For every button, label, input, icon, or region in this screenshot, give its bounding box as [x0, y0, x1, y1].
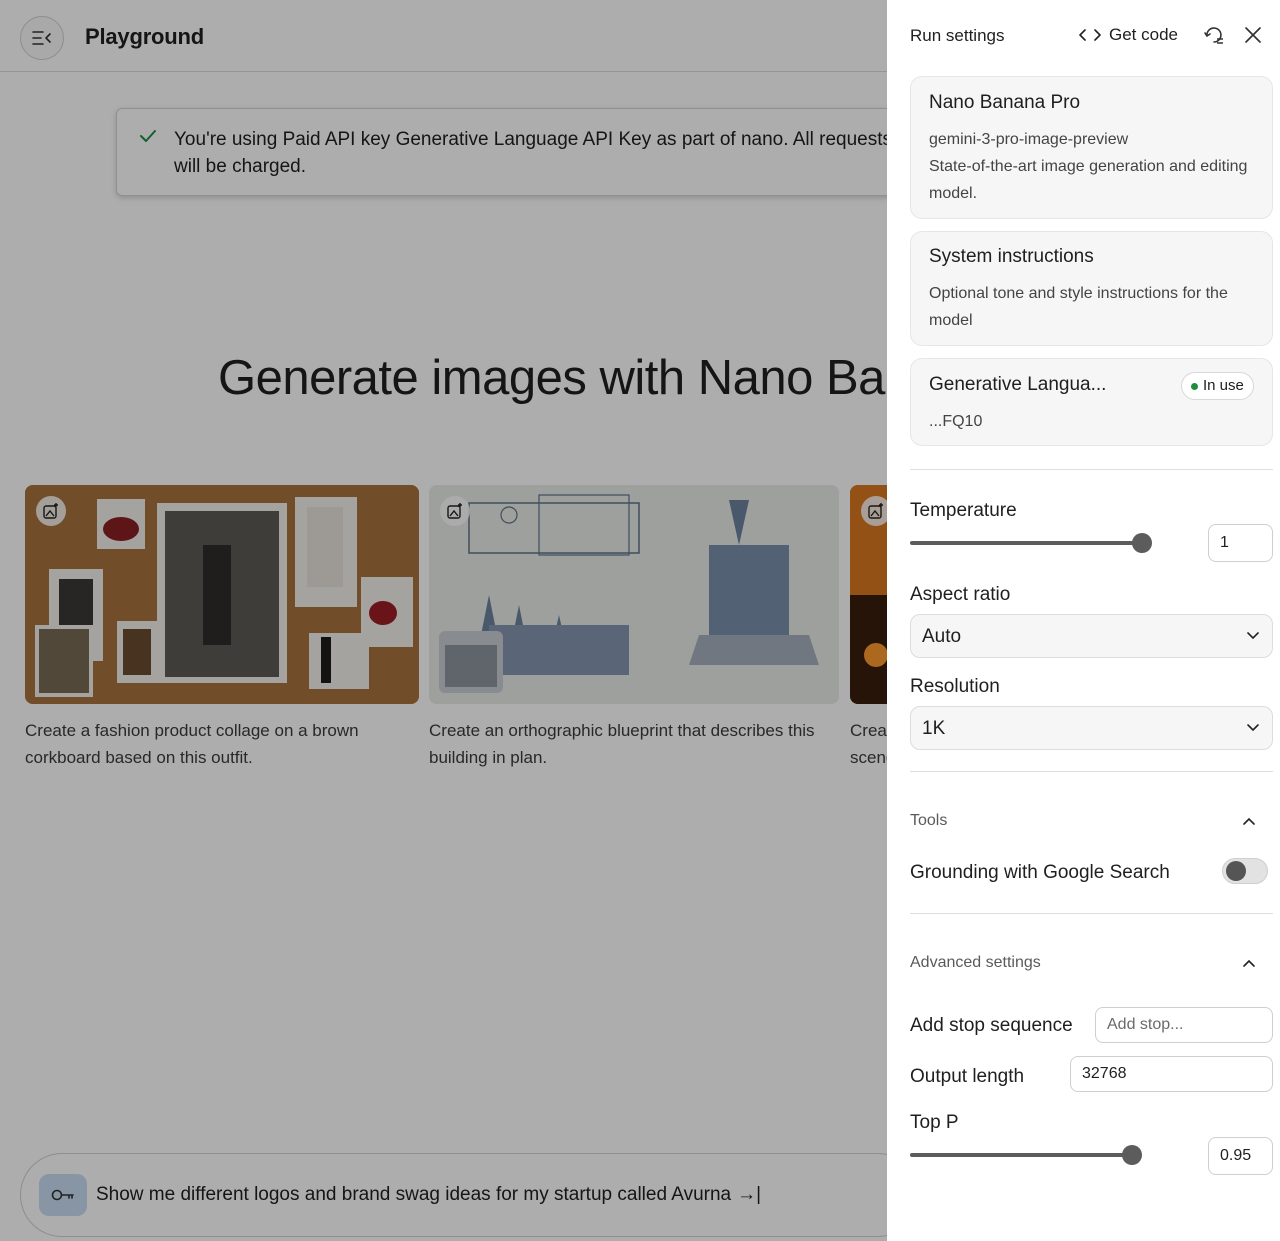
temperature-input[interactable]: 1	[1208, 524, 1273, 562]
advanced-section-header[interactable]: Advanced settings	[910, 954, 1041, 972]
chevron-up-icon[interactable]	[1242, 814, 1256, 828]
modal-scrim[interactable]	[0, 0, 887, 1241]
system-instructions-title: System instructions	[929, 246, 1094, 267]
get-code-label: Get code	[1109, 25, 1178, 44]
temperature-label: Temperature	[910, 500, 1017, 521]
grounding-toggle[interactable]	[1222, 858, 1268, 884]
temperature-slider[interactable]	[910, 541, 1142, 545]
top-p-label: Top P	[910, 1112, 959, 1133]
reset-settings-icon[interactable]	[1203, 24, 1225, 46]
code-icon	[1079, 29, 1101, 41]
divider	[910, 469, 1273, 470]
toggle-knob	[1226, 861, 1246, 881]
output-length-input[interactable]: 32768	[1070, 1056, 1273, 1092]
get-code-button[interactable]: Get code	[1079, 22, 1178, 48]
stop-sequence-input[interactable]: Add stop...	[1095, 1007, 1273, 1043]
model-id: gemini-3-pro-image-preview	[929, 131, 1129, 148]
status-badge-label: In use	[1203, 377, 1244, 394]
chevron-down-icon	[1247, 724, 1259, 732]
top-p-input[interactable]: 0.95	[1208, 1137, 1273, 1175]
api-key-suffix: ...FQ10	[929, 413, 983, 430]
api-key-card[interactable]: Generative Langua... ...FQ10 In use	[910, 358, 1273, 446]
panel-title: Run settings	[910, 26, 1005, 45]
model-selector[interactable]: Nano Banana Pro gemini-3-pro-image-previ…	[910, 76, 1273, 219]
temperature-slider-thumb[interactable]	[1132, 533, 1152, 553]
aspect-ratio-select[interactable]: Auto	[910, 614, 1273, 658]
resolution-value: 1K	[922, 718, 946, 739]
resolution-label: Resolution	[910, 676, 1000, 697]
status-dot-icon	[1191, 383, 1198, 390]
system-instructions-card[interactable]: System instructions Optional tone and st…	[910, 231, 1273, 346]
model-description: State-of-the-art image generation and ed…	[929, 158, 1248, 202]
top-p-slider[interactable]	[910, 1153, 1132, 1157]
aspect-ratio-label: Aspect ratio	[910, 584, 1011, 605]
resolution-select[interactable]: 1K	[910, 706, 1273, 750]
top-p-slider-thumb[interactable]	[1122, 1145, 1142, 1165]
aspect-ratio-value: Auto	[922, 626, 962, 647]
status-badge: In use	[1181, 372, 1254, 400]
divider	[910, 913, 1273, 914]
chevron-down-icon	[1247, 632, 1259, 640]
main-area: Playground You're using Paid API key Gen…	[0, 0, 887, 1241]
divider	[910, 771, 1273, 772]
system-instructions-description: Optional tone and style instructions for…	[929, 285, 1228, 329]
stop-sequence-label: Add stop sequence	[910, 1015, 1073, 1036]
api-key-name: Generative Langua...	[929, 374, 1107, 395]
close-icon[interactable]	[1243, 25, 1263, 45]
run-settings-panel: Run settings Get code Nano Banana Pro ge…	[887, 0, 1280, 1241]
grounding-label: Grounding with Google Search	[910, 862, 1170, 883]
output-length-label: Output length	[910, 1066, 1025, 1087]
chevron-up-icon[interactable]	[1242, 956, 1256, 970]
tools-section-header[interactable]: Tools	[910, 812, 947, 830]
model-name: Nano Banana Pro	[929, 92, 1081, 113]
